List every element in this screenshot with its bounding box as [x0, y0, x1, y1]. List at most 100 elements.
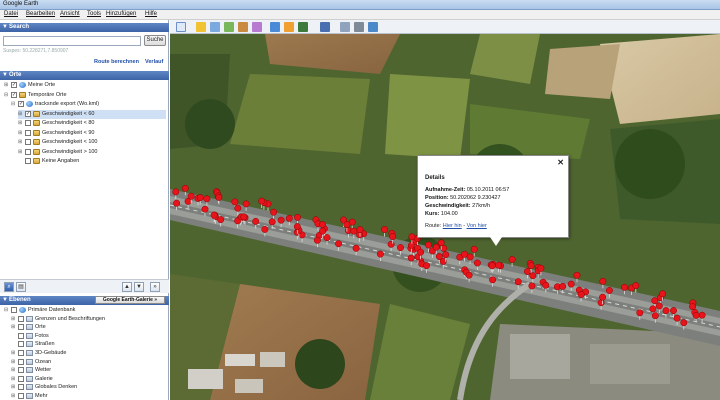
search-places-icon[interactable]: ⌕ [4, 282, 14, 292]
track-marker[interactable] [285, 214, 293, 226]
collapse-triangle-icon[interactable]: ▼ [2, 72, 8, 78]
add-path-icon[interactable] [224, 22, 234, 32]
search-input[interactable] [3, 36, 141, 46]
list-view-icon[interactable]: ▤ [16, 282, 26, 292]
track-marker[interactable] [270, 208, 278, 220]
expand-icon[interactable]: ⊞ [11, 376, 17, 382]
menu-edit[interactable]: Bearbeiten [26, 11, 55, 17]
track-marker[interactable] [277, 216, 285, 228]
expand-icon[interactable]: ⊞ [11, 367, 17, 373]
expand-icon[interactable]: ⊞ [11, 350, 17, 356]
checkbox[interactable] [18, 350, 24, 356]
track-marker[interactable] [599, 277, 607, 289]
email-icon[interactable] [340, 22, 350, 32]
places-item[interactable]: ⊟ ✓ Temporäre Orte [4, 91, 166, 100]
expand-icon[interactable]: ⊞ [18, 111, 24, 117]
track-marker[interactable] [203, 195, 211, 206]
ruler-icon[interactable] [320, 22, 330, 32]
track-marker[interactable] [473, 259, 481, 270]
expand-icon[interactable]: ⊞ [4, 82, 10, 88]
track-marker[interactable] [567, 280, 575, 292]
expand-icon[interactable]: ⊞ [18, 130, 24, 136]
menu-file[interactable]: Datei [4, 11, 18, 17]
track-marker[interactable] [210, 211, 218, 223]
track-marker[interactable] [651, 312, 659, 323]
expand-icon[interactable]: ⊞ [18, 139, 24, 145]
places-item[interactable]: ⊞ Geschwindigkeit < 80 [18, 119, 166, 128]
checkbox[interactable] [25, 148, 31, 155]
checkbox[interactable]: ✓ [25, 110, 31, 117]
checkbox[interactable]: ✓ [11, 82, 17, 88]
expand-icon[interactable]: ⊞ [11, 316, 17, 322]
add-overlay-icon[interactable] [238, 22, 248, 32]
checkbox[interactable] [11, 307, 17, 313]
track-marker[interactable] [335, 240, 342, 251]
places-item[interactable]: ⊞ ✓ Geschwindigkeit < 60 [18, 109, 166, 119]
track-marker[interactable] [673, 314, 681, 326]
menu-help[interactable]: Hilfe [145, 11, 157, 17]
sunlight-icon[interactable] [284, 22, 294, 32]
track-marker[interactable] [465, 271, 473, 283]
track-marker[interactable] [597, 299, 605, 310]
places-panel-header[interactable]: ▼ Orte [0, 71, 169, 80]
track-marker[interactable] [508, 256, 516, 267]
add-polygon-icon[interactable] [210, 22, 220, 32]
track-marker[interactable] [261, 225, 269, 237]
track-marker[interactable] [655, 302, 663, 313]
track-marker[interactable] [217, 216, 225, 227]
track-marker[interactable] [577, 291, 585, 302]
planets-icon[interactable] [298, 22, 308, 32]
menu-add[interactable]: Hinzufügen [106, 11, 136, 17]
track-marker[interactable] [215, 193, 223, 205]
expand-icon[interactable]: ⊟ [11, 101, 17, 107]
earth-gallery-button[interactable]: Google Earth-Galerie » [95, 296, 165, 304]
collapse-triangle-icon[interactable]: ▼ [2, 24, 8, 30]
track-marker[interactable] [172, 188, 180, 199]
track-marker[interactable] [381, 226, 389, 237]
places-item[interactable]: ⊟ ✓ tracksnde export (Wo.kml) [11, 100, 166, 109]
view-in-maps-icon[interactable] [368, 22, 378, 32]
expand-icon[interactable]: ⊞ [18, 120, 24, 126]
places-item[interactable]: ⊞ ✓ Meine Orte [4, 81, 166, 90]
track-marker[interactable] [407, 254, 415, 265]
track-marker[interactable] [680, 319, 688, 330]
track-marker[interactable] [621, 283, 628, 295]
route-from-link[interactable]: Von hier [467, 223, 487, 229]
track-marker[interactable] [397, 244, 404, 255]
places-item[interactable]: ⊞ Geschwindigkeit < 90 [18, 129, 166, 138]
menu-tools[interactable]: Tools [87, 11, 101, 17]
history-link[interactable]: Verlauf [145, 59, 163, 65]
track-marker[interactable] [268, 218, 276, 229]
checkbox[interactable] [25, 158, 31, 164]
track-marker[interactable] [313, 236, 321, 248]
track-marker[interactable] [514, 278, 522, 289]
checkbox[interactable] [18, 384, 24, 391]
collapse-triangle-icon[interactable]: ▼ [2, 297, 8, 303]
track-marker[interactable] [252, 217, 260, 229]
move-up-icon[interactable]: ▲ [122, 282, 132, 292]
checkbox[interactable] [18, 358, 24, 365]
track-marker[interactable] [181, 184, 189, 196]
track-marker[interactable] [529, 272, 537, 283]
track-marker[interactable] [350, 227, 358, 239]
layers-item[interactable]: ⊞ Mehr [11, 392, 166, 400]
record-tour-icon[interactable] [252, 22, 262, 32]
hide-sidebar-icon[interactable] [176, 22, 186, 32]
track-marker[interactable] [242, 200, 250, 211]
places-item[interactable]: ⊞ Geschwindigkeit < 100 [18, 138, 166, 147]
checkbox[interactable] [18, 375, 24, 382]
track-marker[interactable] [662, 307, 670, 318]
move-down-icon[interactable]: ▼ [134, 282, 144, 292]
checkbox[interactable]: ✓ [11, 91, 17, 98]
expand-icon[interactable]: ⊞ [11, 324, 17, 330]
track-marker[interactable] [636, 309, 644, 320]
menu-view[interactable]: Ansicht [60, 11, 80, 17]
track-marker[interactable] [323, 234, 331, 245]
track-marker[interactable] [489, 276, 497, 287]
checkbox[interactable] [18, 332, 24, 339]
track-marker[interactable] [173, 199, 181, 211]
expand-icon[interactable]: ⊞ [11, 384, 17, 390]
track-marker[interactable] [542, 281, 550, 293]
checkbox[interactable] [18, 315, 24, 322]
search-panel-header[interactable]: ▼ Search [0, 23, 169, 32]
